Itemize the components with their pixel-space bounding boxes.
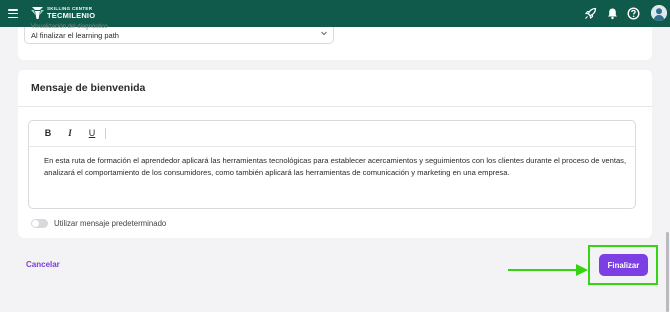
bold-button[interactable]: B [43, 128, 53, 138]
welcome-message-title: Mensaje de bienvenida [31, 82, 146, 94]
diagnostic-visibility-value: Al finalizar el learning path [31, 31, 119, 40]
default-message-toggle-row: Utilizar mensaje predeterminado [31, 219, 166, 228]
welcome-message-card: Mensaje de bienvenida B I U En esta ruta… [18, 70, 652, 238]
bell-icon[interactable] [606, 7, 619, 20]
welcome-message-text[interactable]: En esta ruta de formación el aprendedor … [44, 155, 629, 180]
underline-button[interactable]: U [87, 128, 97, 138]
rocket-icon[interactable] [584, 7, 597, 20]
arrow-annotation-icon [508, 264, 588, 276]
cancel-button[interactable]: Cancelar [26, 260, 60, 269]
scrollbar[interactable] [666, 232, 669, 312]
finish-button[interactable]: Finalizar [599, 254, 648, 276]
avatar[interactable] [651, 5, 667, 21]
default-message-toggle[interactable] [31, 219, 48, 228]
logo-icon [31, 7, 44, 19]
top-bar: SKILLING CENTER TECMILENIO [0, 0, 670, 27]
divider [18, 106, 652, 107]
brand-logo[interactable]: SKILLING CENTER TECMILENIO [31, 6, 95, 20]
help-icon[interactable] [627, 7, 640, 20]
diagnostic-visibility-label: Visualización del diagnóstico [31, 24, 108, 30]
chevron-down-icon [321, 31, 327, 36]
toolbar-separator [105, 128, 106, 139]
default-message-label: Utilizar mensaje predeterminado [54, 219, 167, 228]
user-avatar-icon [651, 5, 667, 21]
toggle-knob [32, 220, 39, 227]
diagnostic-visibility-select[interactable]: Visualización del diagnóstico Al finaliz… [24, 24, 334, 44]
menu-icon[interactable] [8, 9, 18, 18]
editor-toolbar: B I U [29, 121, 635, 147]
diagnostic-settings-card: Visualización del diagnóstico Al finaliz… [18, 24, 652, 60]
italic-button[interactable]: I [65, 128, 75, 138]
welcome-message-editor[interactable]: B I U En esta ruta de formación el apren… [28, 120, 636, 209]
brand-title: TECMILENIO [47, 11, 96, 20]
